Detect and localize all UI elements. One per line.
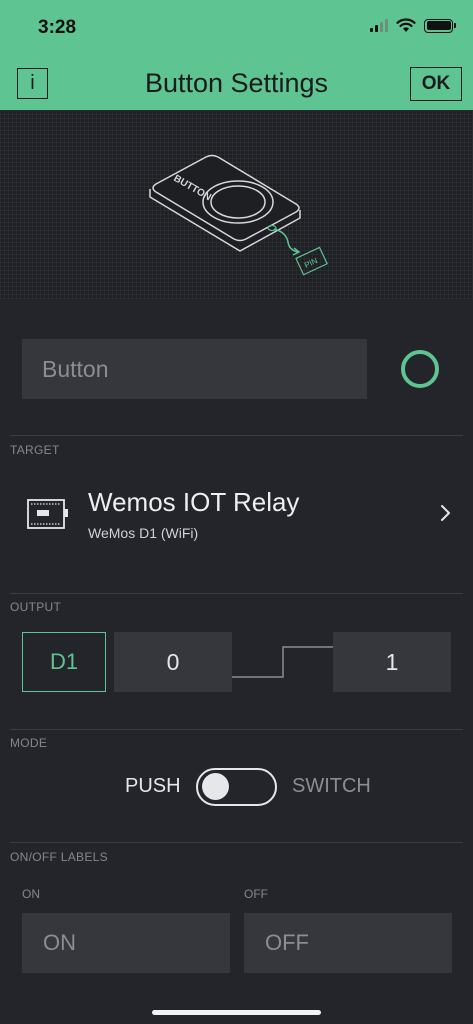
on-label-input[interactable] bbox=[22, 913, 230, 973]
output-low-value[interactable]: 0 bbox=[114, 632, 232, 692]
target-board-name: WeMos D1 (WiFi) bbox=[88, 525, 199, 541]
divider bbox=[10, 593, 463, 594]
widget-name-input[interactable] bbox=[22, 339, 367, 399]
target-device-name: Wemos IOT Relay bbox=[88, 487, 300, 517]
page-title: Button Settings bbox=[144, 68, 329, 98]
off-label-input[interactable] bbox=[244, 913, 452, 973]
switch-mode-label[interactable]: SWITCH bbox=[292, 775, 371, 798]
battery-icon bbox=[424, 18, 456, 33]
toggle-knob bbox=[202, 773, 229, 800]
mode-row: PUSH SWITCH bbox=[0, 765, 473, 807]
target-device-row[interactable]: Wemos IOT Relay WeMos D1 (WiFi) bbox=[0, 470, 473, 560]
widget-preview-illustration: BUTTON PIN bbox=[0, 110, 473, 300]
wifi-icon bbox=[396, 18, 416, 32]
status-bar: 3:28 bbox=[0, 0, 473, 58]
device-board-icon bbox=[27, 499, 68, 529]
home-indicator[interactable] bbox=[152, 1010, 321, 1015]
output-pin-select[interactable]: D1 bbox=[22, 632, 106, 692]
target-section-label: TARGET bbox=[10, 443, 60, 457]
cellular-signal-icon bbox=[370, 19, 388, 32]
status-time: 3:28 bbox=[38, 17, 77, 38]
divider bbox=[10, 729, 463, 730]
nav-bar: i Button Settings OK bbox=[0, 58, 473, 110]
status-icons bbox=[370, 18, 456, 33]
push-mode-label[interactable]: PUSH bbox=[125, 775, 181, 798]
output-section-label: OUTPUT bbox=[10, 600, 62, 614]
button-device-illustration: BUTTON PIN bbox=[149, 154, 328, 276]
off-label-title: OFF bbox=[244, 887, 268, 901]
divider bbox=[10, 842, 463, 843]
pin-tag-label: PIN bbox=[303, 256, 319, 270]
ok-button[interactable]: OK bbox=[410, 67, 462, 101]
mode-toggle[interactable] bbox=[196, 768, 277, 806]
on-label-title: ON bbox=[22, 887, 40, 901]
chevron-right-icon bbox=[441, 505, 450, 521]
labels-section-label: ON/OFF LABELS bbox=[10, 850, 108, 864]
divider bbox=[10, 435, 463, 436]
color-picker[interactable] bbox=[401, 350, 439, 388]
mode-section-label: MODE bbox=[10, 736, 48, 750]
output-high-value[interactable]: 1 bbox=[333, 632, 451, 692]
